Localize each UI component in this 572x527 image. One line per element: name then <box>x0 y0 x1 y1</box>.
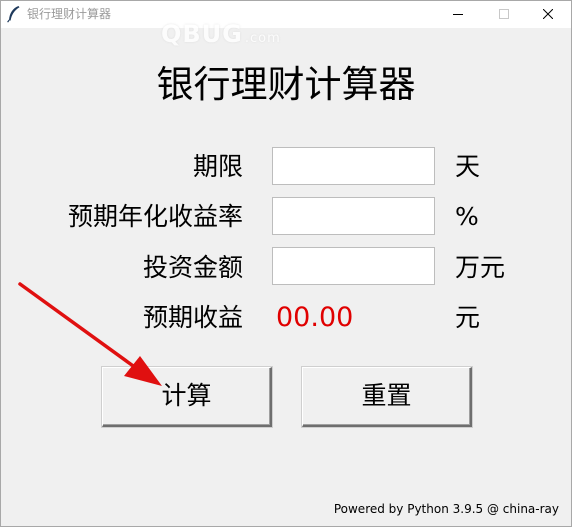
term-input[interactable] <box>272 147 435 185</box>
annual-rate-unit: % <box>455 202 479 231</box>
expected-return-unit: 元 <box>455 303 481 332</box>
maximize-icon <box>499 9 509 19</box>
app-window: 银行理财计算器 QBUG .com 银行理财计算器 期限 天 预期年化收益率 % … <box>0 0 572 527</box>
minimize-button[interactable] <box>435 1 481 28</box>
minimize-icon <box>453 14 463 15</box>
expected-return-value: 00.00 <box>276 302 354 333</box>
investment-amount-label: 投资金额 <box>142 253 243 282</box>
reset-button[interactable]: 重置 <box>302 367 472 427</box>
feather-icon <box>6 5 22 23</box>
annual-rate-input[interactable] <box>272 197 435 235</box>
page-title: 银行理财计算器 <box>156 63 416 106</box>
annual-rate-label: 预期年化收益率 <box>67 202 243 231</box>
watermark-logo: QBUG .com <box>161 20 281 48</box>
term-unit: 天 <box>455 152 481 181</box>
expected-return-label: 预期收益 <box>142 303 243 332</box>
maximize-button[interactable] <box>481 1 527 28</box>
term-label: 期限 <box>192 152 243 181</box>
close-button[interactable] <box>525 1 571 28</box>
window-title: 银行理财计算器 <box>27 7 112 21</box>
close-icon <box>543 9 553 19</box>
investment-amount-unit: 万元 <box>455 253 506 282</box>
footer-credit: Powered by Python 3.9.5 @ china-ray <box>333 502 559 516</box>
investment-amount-input[interactable] <box>272 247 435 285</box>
calculate-button[interactable]: 计算 <box>102 367 272 427</box>
title-bar[interactable]: 银行理财计算器 QBUG .com <box>1 1 571 48</box>
